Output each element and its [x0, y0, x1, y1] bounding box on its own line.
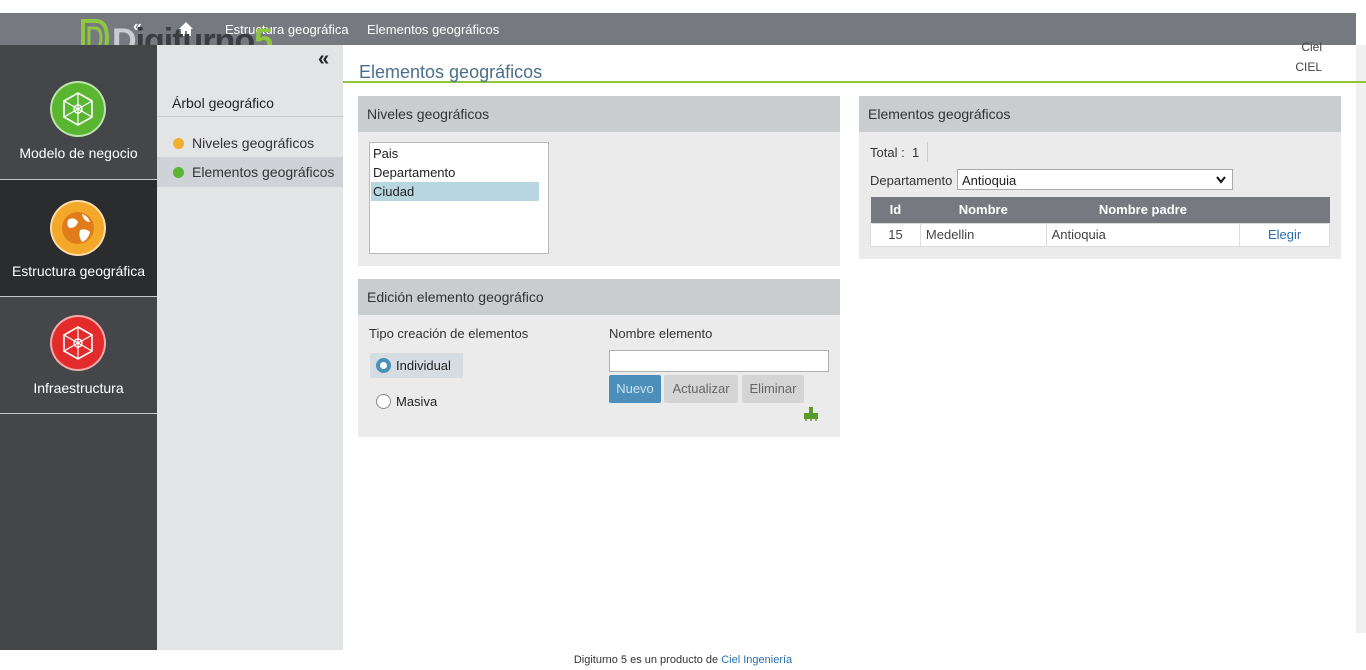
panel-title: Elementos geográficos [868, 106, 1011, 122]
radio-masiva[interactable] [376, 394, 391, 409]
tree-item-niveles[interactable]: Niveles geográficos [157, 128, 343, 158]
tree-item-elementos[interactable]: Elementos geográficos [157, 157, 343, 187]
divider [157, 116, 343, 117]
panel-title: Edición elemento geográfico [367, 289, 544, 305]
new-button[interactable]: Nuevo [609, 375, 661, 403]
option-label: Individual [396, 358, 451, 373]
delete-button[interactable]: Eliminar [742, 375, 804, 403]
main-sidebar: Modelo de negocio Estructura geográfica … [0, 45, 157, 650]
footer-link[interactable]: Ciel Ingeniería [721, 654, 792, 666]
status-dot-icon [173, 138, 184, 149]
total-label: Total : [870, 145, 905, 160]
tree-item-label: Niveles geográficos [192, 135, 315, 151]
tree-item-label: Elementos geográficos [192, 164, 335, 180]
network-icon [50, 315, 106, 371]
update-button[interactable]: Actualizar [664, 375, 738, 403]
table-header-row: Id Nombre Nombre padre [870, 197, 1330, 223]
option-individual[interactable]: Individual [370, 353, 463, 378]
panel-title: Niveles geográficos [367, 106, 490, 122]
column-header [1239, 197, 1330, 223]
page-title: Elementos geográficos [359, 62, 543, 82]
table-row: 15 Medellin Antioquia Elegir [870, 222, 1330, 247]
column-header[interactable]: Id [870, 197, 921, 223]
nav-item-infraestructura[interactable]: Infraestructura [0, 297, 157, 414]
list-item[interactable]: Ciudad [371, 182, 539, 201]
department-select[interactable]: Antioquia [957, 169, 1233, 190]
globe-icon [50, 200, 106, 256]
nav-label: Estructura geográfica [11, 263, 146, 279]
type-label: Tipo creación de elementos [369, 326, 529, 341]
collapse-tree-icon[interactable]: « [318, 48, 329, 71]
nav-label: Infraestructura [33, 380, 124, 396]
cell-id: 15 [870, 222, 921, 247]
list-item[interactable]: Departamento [371, 163, 539, 182]
nav-item-estructura-geografica[interactable]: Estructura geográfica [0, 180, 157, 297]
cell-name: Medellin [919, 222, 1047, 247]
chevron-down-icon [1216, 176, 1226, 184]
radio-individual[interactable] [376, 358, 391, 373]
option-label: Masiva [396, 394, 438, 409]
elements-table: Id Nombre Nombre padre 15 Medellin Antio… [870, 197, 1330, 247]
divider [927, 142, 928, 162]
list-item[interactable]: Pais [371, 144, 539, 163]
column-header[interactable]: Nombre padre [1046, 197, 1240, 223]
column-header[interactable]: Nombre [920, 197, 1047, 223]
filter-label: Departamento [870, 173, 953, 188]
panel-header: Edición elemento geográfico [358, 279, 840, 315]
footer: Digiturno 5 es un producto de Ciel Ingen… [0, 654, 1366, 666]
choose-link[interactable]: Elegir [1239, 222, 1330, 247]
panel-header: Elementos geográficos [859, 96, 1341, 132]
network-icon [50, 81, 106, 137]
name-input[interactable] [609, 350, 829, 372]
panel-header: Niveles geográficos [358, 96, 840, 132]
total-value: 1 [912, 145, 920, 160]
footer-text: Digiturno 5 es un producto de [573, 654, 722, 666]
option-masiva[interactable]: Masiva [370, 389, 463, 414]
select-value: Antioquia [962, 173, 1017, 188]
tree-title: Árbol geográfico [172, 95, 274, 111]
breadcrumb-elementos: Elementos geográficos [367, 22, 500, 37]
user-org: CIEL [1295, 60, 1322, 74]
cell-parent: Antioquia [1045, 222, 1241, 247]
scrollbar[interactable] [1356, 45, 1366, 633]
name-label: Nombre elemento [609, 326, 713, 341]
status-dot-icon [173, 167, 184, 178]
user-name[interactable]: Ciel [1296, 40, 1322, 54]
nav-label: Modelo de negocio [19, 145, 138, 161]
bulk-load-icon[interactable] [803, 406, 819, 422]
levels-listbox[interactable]: Pais Departamento Ciudad [369, 142, 549, 254]
nav-item-modelo-negocio[interactable]: Modelo de negocio [0, 63, 157, 180]
